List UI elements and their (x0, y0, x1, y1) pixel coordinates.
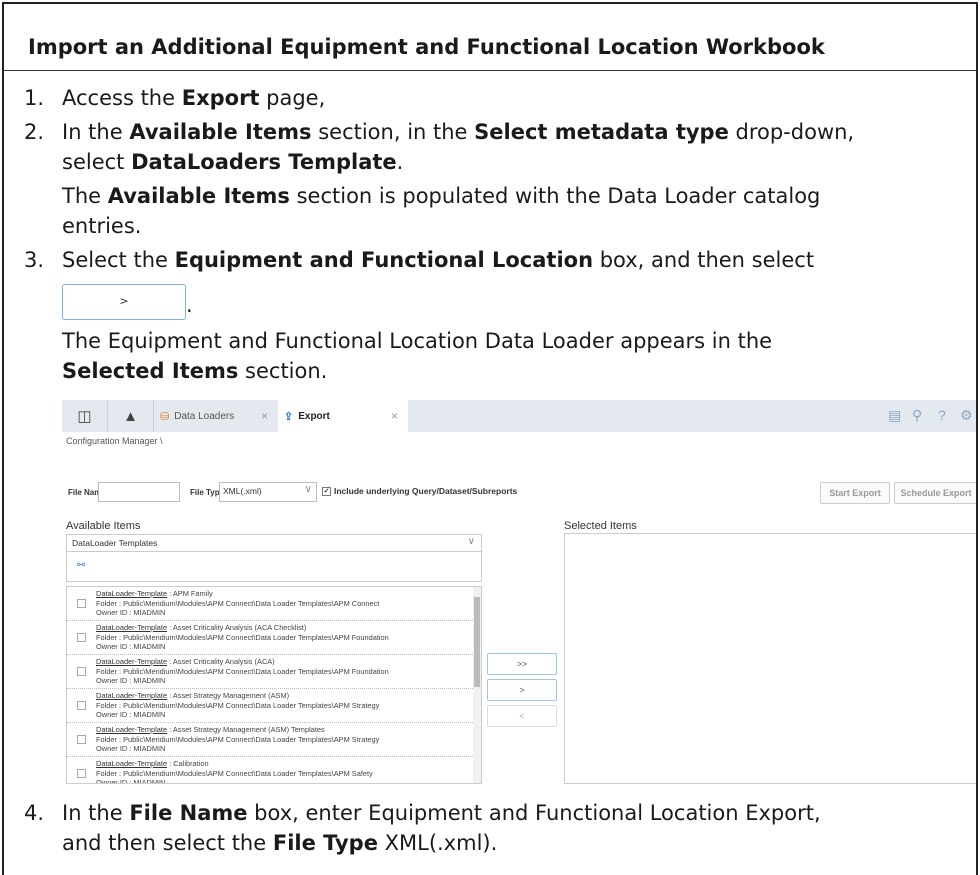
data-loaders-icon: ⛁ (160, 410, 170, 423)
dashboard-icon[interactable]: ◫ (62, 400, 108, 432)
step-2-number: 2. (24, 120, 45, 144)
scrollbar[interactable] (473, 587, 481, 783)
checkbox-checked-icon[interactable]: ✓ (322, 487, 331, 497)
item-text: DataLoader-Template : Calibration Folder … (96, 759, 373, 784)
item-title: : APM Family (167, 589, 213, 598)
item-owner: Owner ID : MIADMIN (96, 642, 166, 652)
breadcrumb: Configuration Manager \ (66, 436, 163, 446)
gear-icon[interactable]: ⚙ (960, 407, 973, 424)
step-3-number: 3. (24, 248, 45, 272)
step-3-result-2: Selected Items section. (62, 359, 328, 383)
item-text: DataLoader-Template : Asset Criticality … (96, 623, 389, 652)
triangle-icon[interactable]: ▲ (108, 400, 154, 432)
available-items-list: DataLoader-Template : APM Family Folder :… (66, 586, 482, 784)
scrollbar-thumb[interactable] (474, 597, 480, 687)
list-item[interactable]: DataLoader-Template : Asset Criticality … (67, 655, 481, 689)
item-owner: Owner ID : MIADMIN (96, 744, 166, 754)
list-item[interactable]: DataLoader-Template : APM Family Folder :… (67, 587, 481, 621)
available-items-heading: Available Items (66, 520, 141, 532)
list-item[interactable]: DataLoader-Template : Asset Strategy Man… (67, 723, 481, 757)
item-owner: Owner ID : MIADMIN (96, 608, 166, 618)
item-checkbox[interactable] (77, 599, 86, 608)
move-all-button[interactable]: >> (487, 653, 557, 675)
item-folder: Folder : Public\Meridium\Modules\APM Con… (96, 598, 380, 608)
item-folder: Folder : Public\Meridium\Modules\APM Con… (96, 700, 380, 710)
tab-bar: ◫ ▲ ⛁ Data Loaders × ⇪ Export × ▤ ⚲ ? ⚙ (62, 400, 976, 432)
search-icon[interactable]: ⚲ (912, 407, 922, 424)
item-text: DataLoader-Template : Asset Criticality … (96, 657, 389, 686)
document-frame: Import an Additional Equipment and Funct… (2, 2, 978, 875)
step-3-result-1: The Equipment and Functional Location Da… (62, 329, 773, 353)
file-type-select[interactable]: XML(.xml) ∨ (219, 482, 317, 502)
item-checkbox[interactable] (77, 769, 86, 778)
step-2-line-1: In the Available Items section, in the S… (62, 120, 855, 144)
item-link[interactable]: DataLoader-Template (96, 623, 167, 632)
list-item[interactable]: DataLoader-Template : Asset Strategy Man… (67, 689, 481, 723)
step-4-line-1: In the File Name box, enter Equipment an… (62, 801, 821, 825)
item-link[interactable]: DataLoader-Template (96, 759, 167, 768)
document-icon[interactable]: ▤ (888, 407, 901, 424)
help-icon[interactable]: ? (938, 407, 946, 423)
start-export-button[interactable]: Start Export (820, 482, 890, 504)
selected-items-list (564, 533, 976, 784)
step-4-number: 4. (24, 801, 45, 825)
chevron-down-icon: ∨ (467, 536, 475, 547)
item-link[interactable]: DataLoader-Template (96, 657, 167, 666)
item-link[interactable]: DataLoader-Template (96, 589, 167, 598)
item-title: : Asset Criticality Analysis (ACA Checkl… (167, 623, 307, 632)
tab-data-loaders[interactable]: ⛁ Data Loaders × (154, 400, 278, 432)
item-owner: Owner ID : MIADMIN (96, 778, 166, 784)
metadata-type-select[interactable]: DataLoader Templates ∨ (66, 534, 482, 552)
step-2-result-1: The Available Items section is populated… (62, 184, 821, 208)
item-checkbox[interactable] (77, 735, 86, 744)
step-4-line-2: and then select the File Type XML(.xml). (62, 831, 498, 855)
step-2-line-2: select DataLoaders Template. (62, 150, 404, 174)
export-icon: ⇪ (284, 410, 294, 423)
list-item[interactable]: DataLoader-Template : Calibration Folder … (67, 757, 481, 784)
list-item[interactable]: DataLoader-Template : Asset Criticality … (67, 621, 481, 655)
item-title: : Asset Strategy Management (ASM) (167, 691, 290, 700)
item-title: : Asset Criticality Analysis (ACA) (167, 657, 275, 666)
step-1-text: Access the Export page, (62, 86, 326, 110)
file-name-input[interactable] (98, 482, 180, 502)
item-link[interactable]: DataLoader-Template (96, 725, 167, 734)
close-icon[interactable]: × (261, 409, 268, 423)
step-3-line-1: Select the Equipment and Functional Loca… (62, 248, 815, 272)
item-text: DataLoader-Template : Asset Strategy Man… (96, 725, 379, 754)
binoculars-icon[interactable]: ⚯ (77, 560, 85, 571)
include-option[interactable]: ✓ Include underlying Query/Dataset/Subrep… (322, 486, 517, 497)
item-owner: Owner ID : MIADMIN (96, 710, 166, 720)
item-text: DataLoader-Template : Asset Strategy Man… (96, 691, 379, 720)
item-checkbox[interactable] (77, 633, 86, 642)
move-left-button[interactable]: < (487, 705, 557, 727)
schedule-export-button[interactable]: Schedule Export (894, 482, 976, 504)
item-folder: Folder : Public\Meridium\Modules\APM Con… (96, 734, 380, 744)
title-divider (4, 70, 976, 71)
item-folder: Folder : Public\Meridium\Modules\APM Con… (96, 768, 373, 778)
item-title: : Asset Strategy Management (ASM) Templa… (167, 725, 325, 734)
item-title: : Calibration (167, 759, 209, 768)
chevron-down-icon: ∨ (304, 484, 312, 495)
page-title: Import an Additional Equipment and Funct… (28, 35, 825, 59)
item-checkbox[interactable] (77, 701, 86, 710)
item-checkbox[interactable] (77, 667, 86, 676)
item-link[interactable]: DataLoader-Template (96, 691, 167, 700)
tab-export[interactable]: ⇪ Export × (278, 400, 408, 432)
export-page-screenshot: ◫ ▲ ⛁ Data Loaders × ⇪ Export × ▤ ⚲ ? ⚙ … (62, 400, 976, 784)
close-icon[interactable]: × (391, 409, 398, 423)
chevron-right-icon: > (119, 294, 129, 308)
step-1-number: 1. (24, 86, 45, 110)
item-folder: Folder : Public\Meridium\Modules\APM Con… (96, 632, 389, 642)
selected-items-heading: Selected Items (564, 520, 637, 532)
move-right-button[interactable]: > (487, 679, 557, 701)
item-owner: Owner ID : MIADMIN (96, 676, 166, 686)
item-folder: Folder : Public\Meridium\Modules\APM Con… (96, 666, 389, 676)
item-text: DataLoader-Template : APM Family Folder :… (96, 589, 379, 618)
move-right-button-image: > (62, 284, 186, 320)
step-2-result-2: entries. (62, 214, 142, 238)
search-bar[interactable]: ⚯ (66, 552, 482, 582)
step-3-line-2: >. (62, 284, 193, 320)
